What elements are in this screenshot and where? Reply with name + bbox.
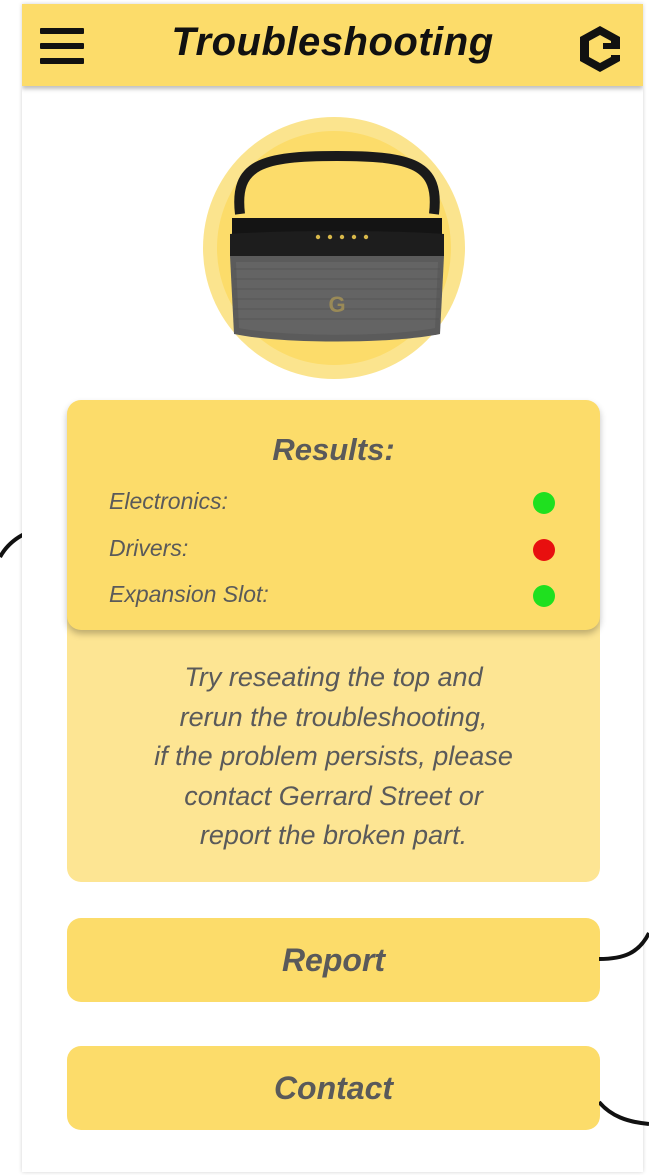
message-line: report the broken part. (199, 820, 468, 850)
status-fail-indicator (533, 539, 555, 561)
message-line: if the problem persists, please (154, 741, 513, 771)
app-screen: Troubleshooting G Results: Electronics: … (22, 4, 643, 1172)
result-label: Electronics: (109, 488, 228, 514)
header-bar: Troubleshooting (22, 4, 643, 86)
brand-g-logo-icon[interactable] (575, 24, 625, 74)
troubleshooting-message: Try reseating the top and rerun the trou… (67, 658, 600, 856)
contact-flow-line (599, 1100, 649, 1126)
status-ok-indicator (533, 585, 555, 607)
page-title: Troubleshooting (171, 20, 494, 64)
portable-speaker-image: G (230, 150, 444, 342)
message-line: contact Gerrard Street or (184, 780, 483, 811)
result-row-drivers: Drivers: (109, 531, 559, 565)
report-button[interactable]: Report (67, 918, 600, 1002)
report-flow-line (599, 932, 649, 961)
result-row-expansion-slot: Expansion Slot: (109, 577, 559, 611)
contact-button[interactable]: Contact (67, 1046, 600, 1130)
result-label: Expansion Slot: (109, 581, 269, 607)
speaker-logo-letter: G (328, 292, 345, 317)
results-title: Results: (272, 432, 395, 467)
message-line: Try reseating the top and (184, 662, 483, 692)
status-ok-indicator (533, 492, 555, 514)
message-line: rerun the troubleshooting, (179, 701, 488, 732)
result-row-electronics: Electronics: (109, 484, 559, 518)
result-label: Drivers: (109, 535, 189, 561)
results-card: Results: Electronics: Drivers: Expansion… (67, 400, 600, 630)
